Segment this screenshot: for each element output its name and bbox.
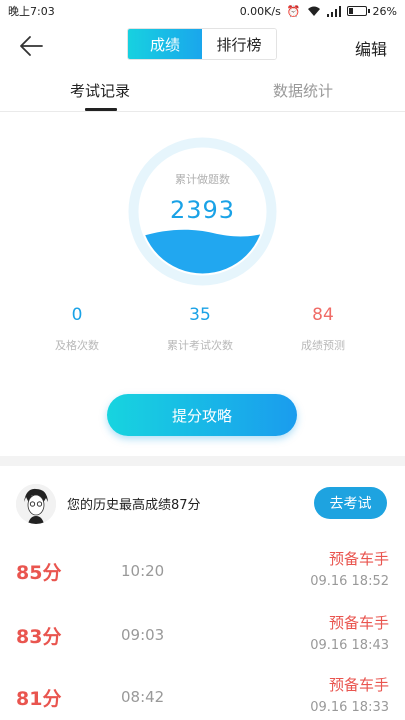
segmented-control: 成绩 排行榜 [127,28,277,60]
record-duration: 09:03 [121,626,165,644]
stat-label: 累计考试次数 [167,339,233,352]
tab-indicator [85,108,117,111]
battery-percent: 26% [372,4,397,18]
tab-data-statistics[interactable]: 数据统计 [273,80,333,101]
record-duration: 08:42 [121,688,165,706]
header: 成绩 排行榜 编辑 [0,22,405,70]
record-level: 预备车手 [328,550,389,568]
record-duration: 10:20 [121,562,165,580]
edit-button[interactable]: 编辑 [355,36,387,60]
gauge-value: 2393 [169,196,236,224]
record-time: 09.16 18:43 [310,638,389,653]
stat-score-prediction: 84 成绩预测 [268,305,378,353]
avatar [16,484,56,524]
record-score: 83分 [16,626,62,648]
best-score-row: 您的历史最高成绩87分 去考试 [0,466,405,530]
wifi-icon [307,6,320,16]
stat-label: 成绩预测 [301,339,345,352]
avatar-illustration [16,484,56,524]
score-tips-button[interactable]: 提分攻略 [107,394,297,436]
tab-exam-records[interactable]: 考试记录 [70,80,130,101]
tab-bar: 考试记录 数据统计 [0,70,405,112]
record-score: 81分 [16,688,62,710]
take-exam-button[interactable]: 去考试 [314,487,387,519]
record-score: 85分 [16,562,62,584]
battery-icon [346,6,370,16]
stat-value: 0 [71,305,83,325]
status-time: 晚上7:03 [8,5,55,18]
stat-value: 35 [189,305,211,325]
status-bar: 晚上7:03 0.00K/s ⏰ 26% [0,0,405,22]
network-speed: 0.00K/s [239,4,281,18]
stat-pass-count: 0 及格次数 [22,305,132,353]
signal-icon [326,5,341,17]
section-divider [0,456,405,466]
back-arrow-icon[interactable] [18,34,44,58]
record-time: 09.16 18:33 [310,700,389,715]
stat-value: 84 [312,305,334,325]
alarm-icon: ⏰ [286,4,301,18]
record-time: 09.16 18:52 [310,574,389,589]
segment-score[interactable]: 成绩 [128,29,202,59]
record-level: 预备车手 [328,614,389,632]
best-score-text: 您的历史最高成绩87分 [67,498,201,513]
list-item[interactable]: 81分 08:42 预备车手 09.16 18:33 [0,666,405,720]
record-level: 预备车手 [328,676,389,694]
status-right: 0.00K/s ⏰ 26% [240,5,397,18]
list-item[interactable]: 85分 10:20 预备车手 09.16 18:52 [0,540,405,600]
segment-ranking[interactable]: 排行榜 [202,29,276,59]
stat-exam-count: 35 累计考试次数 [145,305,255,353]
list-item[interactable]: 83分 09:03 预备车手 09.16 18:43 [0,604,405,664]
battery-fill [348,8,353,14]
gauge-label: 累计做题数 [175,173,230,186]
stat-label: 及格次数 [55,339,99,352]
